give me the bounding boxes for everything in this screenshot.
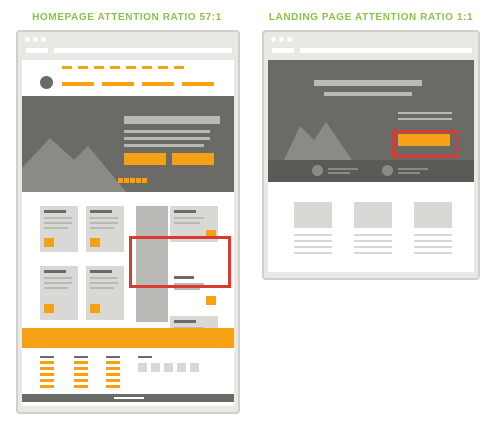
landing-browser-chrome xyxy=(264,32,478,60)
hero-text-line xyxy=(124,137,210,140)
carousel-dot[interactable] xyxy=(136,178,141,183)
card-button[interactable] xyxy=(90,304,100,313)
carousel-dot[interactable] xyxy=(118,178,123,183)
landing-text-line xyxy=(398,112,452,114)
top-nav-link xyxy=(110,66,120,69)
card-button[interactable] xyxy=(90,238,100,247)
social-icon[interactable] xyxy=(151,363,160,372)
attention-highlight xyxy=(392,130,458,158)
hero-text-line xyxy=(124,130,210,133)
social-icon[interactable] xyxy=(190,363,199,372)
top-nav-link xyxy=(62,66,72,69)
browser-dot-icon xyxy=(271,37,276,42)
card-button[interactable] xyxy=(44,304,54,313)
address-bar xyxy=(272,48,294,53)
browser-dot-icon xyxy=(25,37,30,42)
footer-bar xyxy=(22,394,234,402)
social-icon[interactable] xyxy=(138,363,147,372)
product-card[interactable] xyxy=(86,266,124,320)
top-nav-link xyxy=(158,66,168,69)
landing-subheadline xyxy=(324,92,412,96)
hero-cta-button[interactable] xyxy=(172,153,214,165)
card-button[interactable] xyxy=(44,238,54,247)
promo-banner[interactable] xyxy=(22,328,234,348)
hero-text-line xyxy=(124,144,204,147)
social-icon[interactable] xyxy=(164,363,173,372)
landing-headline xyxy=(314,80,422,86)
homepage-title: HOMEPAGE ATTENTION RATIO 57:1 xyxy=(32,12,222,23)
homepage-browser-chrome xyxy=(18,32,238,60)
top-nav-link xyxy=(142,66,152,69)
browser-dot-icon xyxy=(279,37,284,42)
landing-browser-window xyxy=(262,30,480,280)
testimonial-strip xyxy=(268,160,474,182)
social-icon[interactable] xyxy=(177,363,186,372)
product-card[interactable] xyxy=(40,206,78,252)
carousel-dot[interactable] xyxy=(142,178,147,183)
address-bar xyxy=(54,48,232,53)
browser-dot-icon xyxy=(41,37,46,42)
avatar-circle-icon xyxy=(40,76,53,89)
carousel-dot[interactable] xyxy=(124,178,129,183)
top-nav-link xyxy=(94,66,104,69)
homepage-hero xyxy=(22,96,234,192)
main-nav-item xyxy=(62,82,94,86)
carousel-dot[interactable] xyxy=(130,178,135,183)
browser-dot-icon xyxy=(33,37,38,42)
feature-image xyxy=(354,202,392,228)
top-nav-link xyxy=(78,66,88,69)
card-button[interactable] xyxy=(206,296,216,305)
hero-headline xyxy=(124,116,220,124)
landing-page-title: LANDING PAGE ATTENTION RATIO 1:1 xyxy=(268,12,474,23)
main-nav-item xyxy=(182,82,214,86)
avatar-circle-icon xyxy=(312,165,323,176)
top-nav-link xyxy=(174,66,184,69)
attention-highlight xyxy=(129,236,231,288)
product-card[interactable] xyxy=(40,266,78,320)
hero-cta-button[interactable] xyxy=(124,153,166,165)
address-bar xyxy=(26,48,48,53)
homepage-browser-window xyxy=(16,30,240,414)
product-card[interactable] xyxy=(86,206,124,252)
landing-page xyxy=(268,60,474,272)
main-nav-item xyxy=(102,82,134,86)
feature-image xyxy=(294,202,332,228)
feature-image xyxy=(414,202,452,228)
address-bar xyxy=(300,48,472,53)
browser-dot-icon xyxy=(287,37,292,42)
landing-text-line xyxy=(398,118,452,120)
top-nav-link xyxy=(126,66,136,69)
homepage-page xyxy=(22,60,234,406)
main-nav-item xyxy=(142,82,174,86)
avatar-circle-icon xyxy=(382,165,393,176)
